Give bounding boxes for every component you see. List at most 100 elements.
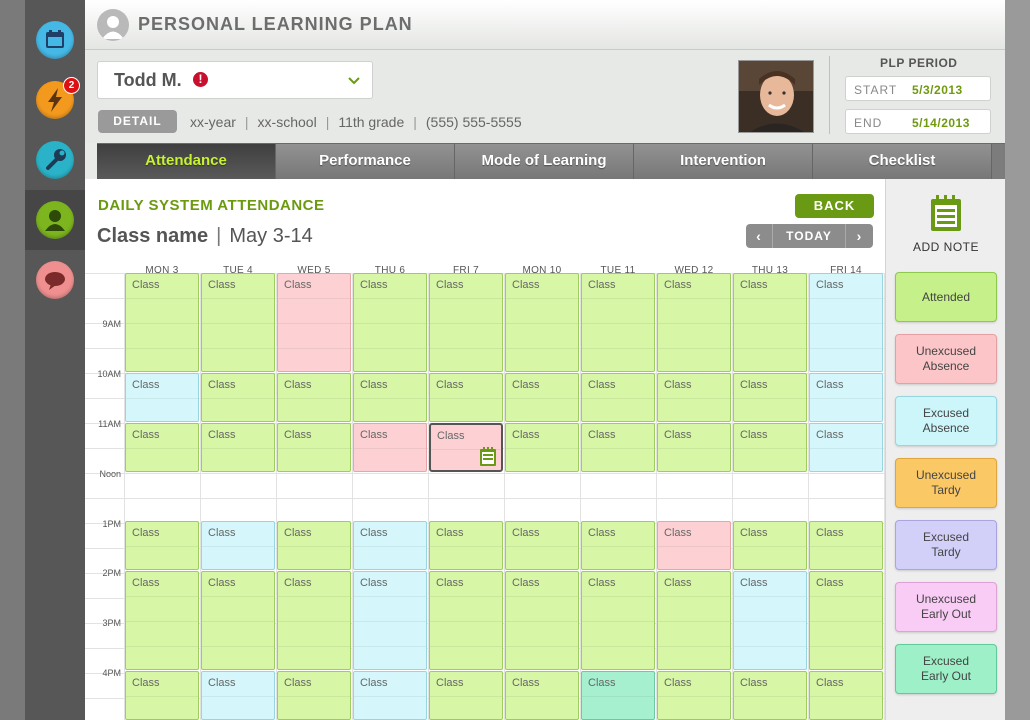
tab-intervention[interactable]: Intervention [634,144,813,179]
class-slot[interactable]: Class [809,373,883,422]
class-slot[interactable]: Class [581,373,655,422]
class-slot[interactable]: Class [353,373,427,422]
tab-performance[interactable]: Performance [276,144,455,179]
class-slot[interactable]: Class [277,521,351,570]
class-slot[interactable]: Class [809,273,883,372]
class-slot[interactable]: Class [505,571,579,670]
class-slot[interactable]: Class [201,373,275,422]
class-slot[interactable]: Class [277,671,351,720]
class-slot[interactable]: Class [505,273,579,372]
class-slot[interactable]: Class [581,273,655,372]
class-slot[interactable]: Class [505,423,579,472]
class-slot[interactable]: Class [657,273,731,372]
nav-messages[interactable] [25,250,85,310]
class-slot[interactable]: Class [201,423,275,472]
attendance-panel: DAILY SYSTEM ATTENDANCE Class name | May 3… [85,179,885,720]
tab-attendance[interactable]: Attendance [97,144,276,179]
class-slot[interactable]: Class [429,521,503,570]
class-slot[interactable]: Class [733,671,807,720]
legend-button[interactable]: Unexcused Early Out [895,582,997,632]
class-slot[interactable]: Class [429,273,503,372]
class-slot[interactable]: Class [201,521,275,570]
today-button[interactable]: TODAY [773,224,846,248]
class-slot[interactable]: Class [125,373,199,422]
time-label: 1PM [102,519,121,529]
class-slot[interactable]: Class [125,671,199,720]
legend-button[interactable]: Excused Tardy [895,520,997,570]
class-slot[interactable]: Class [277,423,351,472]
class-slot[interactable]: Class [429,571,503,670]
start-date-field[interactable]: START 5/3/2013 [845,76,991,101]
detail-button[interactable]: DETAIL [98,110,177,133]
legend-label: Excused Tardy [922,530,970,559]
class-slot[interactable]: Class [505,521,579,570]
class-slot[interactable]: Class [657,423,731,472]
class-slot[interactable]: Class [429,423,503,472]
class-slot[interactable]: Class [429,373,503,422]
class-slot[interactable]: Class [809,423,883,472]
class-slot[interactable]: Class [277,571,351,670]
class-slot[interactable]: Class [353,571,427,670]
end-date-field[interactable]: END 5/14/2013 [845,109,991,134]
nav-tools[interactable] [25,130,85,190]
class-slot[interactable]: Class [505,373,579,422]
class-slot[interactable]: Class [201,273,275,372]
class-slot[interactable]: Class [125,273,199,372]
class-slot[interactable]: Class [733,571,807,670]
week-pager: ‹ TODAY › [746,224,873,248]
nav-student[interactable] [25,190,85,250]
class-slot[interactable]: Class [353,273,427,372]
class-slot[interactable]: Class [809,571,883,670]
class-slot[interactable]: Class [733,273,807,372]
class-slot[interactable]: Class [277,373,351,422]
class-slot[interactable]: Class [125,423,199,472]
class-slot[interactable]: Class [353,423,427,472]
back-button[interactable]: BACK [795,194,874,218]
tab-mode-of-learning[interactable]: Mode of Learning [455,144,634,179]
class-slot[interactable]: Class [505,671,579,720]
class-slot-label: Class [816,279,844,291]
legend-button[interactable]: Excused Absence [895,396,997,446]
class-slot[interactable]: Class [429,671,503,720]
student-name: Todd M. [114,70,182,90]
prev-week-button[interactable]: ‹ [746,224,773,248]
class-slot[interactable]: Class [201,671,275,720]
class-slot[interactable]: Class [809,671,883,720]
legend-label: Excused Early Out [920,654,971,683]
class-slot[interactable]: Class [581,571,655,670]
legend-button[interactable]: Unexcused Absence [895,334,997,384]
class-slot-label: Class [588,577,616,589]
class-slot[interactable]: Class [581,423,655,472]
nav-alerts[interactable]: 2 [25,70,85,130]
class-slot[interactable]: Class [733,521,807,570]
class-slot-label: Class [360,577,388,589]
class-slot[interactable]: Class [125,521,199,570]
class-slot-label: Class [360,527,388,539]
class-slot[interactable]: Class [201,571,275,670]
class-slot[interactable]: Class [353,521,427,570]
class-slot[interactable]: Class [809,521,883,570]
class-slot[interactable]: Class [733,423,807,472]
class-slot[interactable]: Class [581,671,655,720]
legend-button[interactable]: Excused Early Out [895,644,997,694]
class-slot[interactable]: Class [733,373,807,422]
add-note-button[interactable]: ADD NOTE [886,193,1006,254]
class-slot[interactable]: Class [277,273,351,372]
legend-button[interactable]: Unexcused Tardy [895,458,997,508]
class-slot[interactable]: Class [657,671,731,720]
class-slot[interactable]: Class [657,373,731,422]
tab-checklist[interactable]: Checklist [813,144,992,179]
student-select[interactable]: Todd M. ! [97,61,373,99]
class-slot[interactable]: Class [581,521,655,570]
class-slot[interactable]: Class [657,521,731,570]
class-slot-label: Class [740,429,768,441]
class-slot[interactable]: Class [657,571,731,670]
class-slot[interactable]: Class [125,571,199,670]
class-slot-label: Class [436,279,464,291]
wrench-icon [36,141,74,179]
legend-button[interactable]: Attended [895,272,997,322]
notepad-icon [931,195,961,231]
class-slot[interactable]: Class [353,671,427,720]
next-week-button[interactable]: › [846,224,873,248]
nav-calendar[interactable] [25,10,85,70]
